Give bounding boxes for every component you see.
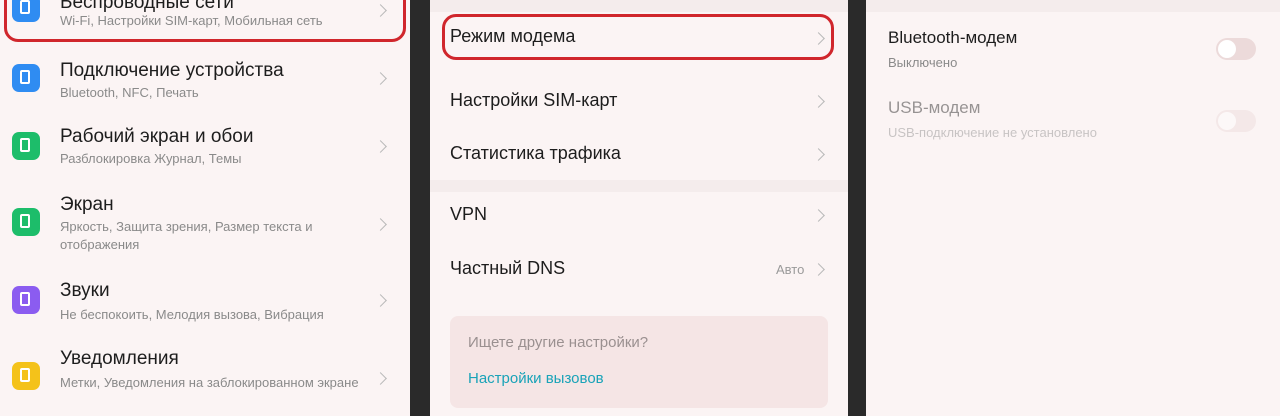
settings-item-subtitle: Не беспокоить, Мелодия вызова, Вибрация [60,307,324,322]
chevron-right-icon [374,294,387,307]
menu-item-title: Настройки SIM-карт [450,90,618,110]
home-screen-icon [12,132,40,160]
menu-item-title: Частный DNS [450,258,566,278]
settings-item-title: Рабочий экран и обои [60,126,254,147]
private-dns-value: Авто [776,262,805,277]
device-connection-icon [12,64,40,92]
bluetooth-modem-row: Bluetooth-модем Выключено [866,18,1280,82]
settings-item-home-screen[interactable]: Рабочий экран и обои Разблокировка Журна… [0,118,410,182]
usb-modem-title: USB-модем [888,98,981,117]
section-divider [430,180,848,192]
settings-item-subtitle: Bluetooth, NFC, Печать [60,85,199,100]
settings-panel: Беспроводные сети Wi-Fi, Настройки SIM-к… [0,0,410,416]
more-connections-panel: Режим модема Настройки SIM-карт Статисти… [430,0,848,416]
display-icon [12,208,40,236]
settings-item-title: Звуки [60,280,110,301]
menu-item-title: Статистика трафика [450,143,621,163]
usb-modem-row: USB-модем USB-подключение не установлено [866,88,1280,152]
menu-item-sim-settings[interactable]: Настройки SIM-карт [430,72,848,128]
menu-item-title: VPN [450,204,488,224]
settings-item-title: Уведомления [60,348,179,369]
menu-item-traffic-stats[interactable]: Статистика трафика [430,128,848,180]
settings-item-title: Экран [60,194,114,215]
suggestion-question: Ищете другие настройки? [468,334,649,351]
chevron-right-icon [812,95,825,108]
settings-item-notifications[interactable]: Уведомления Метки, Уведомления на заблок… [0,340,410,416]
sound-icon [12,286,40,314]
bluetooth-modem-status: Выключено [888,55,958,70]
chevron-right-icon [812,263,825,276]
settings-item-display[interactable]: Экран Яркость, Защита зрения, Размер тек… [0,186,410,262]
settings-item-device-connection[interactable]: Подключение устройства Bluetooth, NFC, П… [0,52,410,110]
section-divider [430,0,848,12]
chevron-right-icon [812,148,825,161]
settings-item-subtitle: Разблокировка Журнал, Темы [60,151,242,166]
highlight-frame [4,0,406,42]
usb-modem-status: USB-подключение не установлено [888,125,1097,140]
settings-item-subtitle: Яркость, Защита зрения, Размер текста и … [60,219,313,252]
call-settings-link[interactable]: Настройки вызовов [468,370,604,388]
chevron-right-icon [374,218,387,231]
menu-item-private-dns[interactable]: Частный DNS Авто [430,246,848,296]
notification-icon [12,362,40,390]
menu-item-vpn[interactable]: VPN [430,192,848,242]
suggestion-card: Ищете другие настройки? Настройки вызово… [450,316,828,408]
section-divider [866,0,1280,12]
tethering-panel: Bluetooth-модем Выключено USB-модем USB-… [866,0,1280,416]
usb-modem-toggle[interactable] [1216,110,1256,132]
settings-item-sounds[interactable]: Звуки Не беспокоить, Мелодия вызова, Виб… [0,272,410,332]
bluetooth-modem-title: Bluetooth-модем [888,28,1018,47]
settings-item-title: Подключение устройства [60,60,284,81]
settings-item-subtitle: Метки, Уведомления на заблокированном эк… [60,375,359,390]
highlight-frame [442,14,834,60]
chevron-right-icon [374,140,387,153]
bluetooth-modem-toggle[interactable] [1216,38,1256,60]
chevron-right-icon [374,72,387,85]
chevron-right-icon [812,209,825,222]
chevron-right-icon [374,372,387,385]
